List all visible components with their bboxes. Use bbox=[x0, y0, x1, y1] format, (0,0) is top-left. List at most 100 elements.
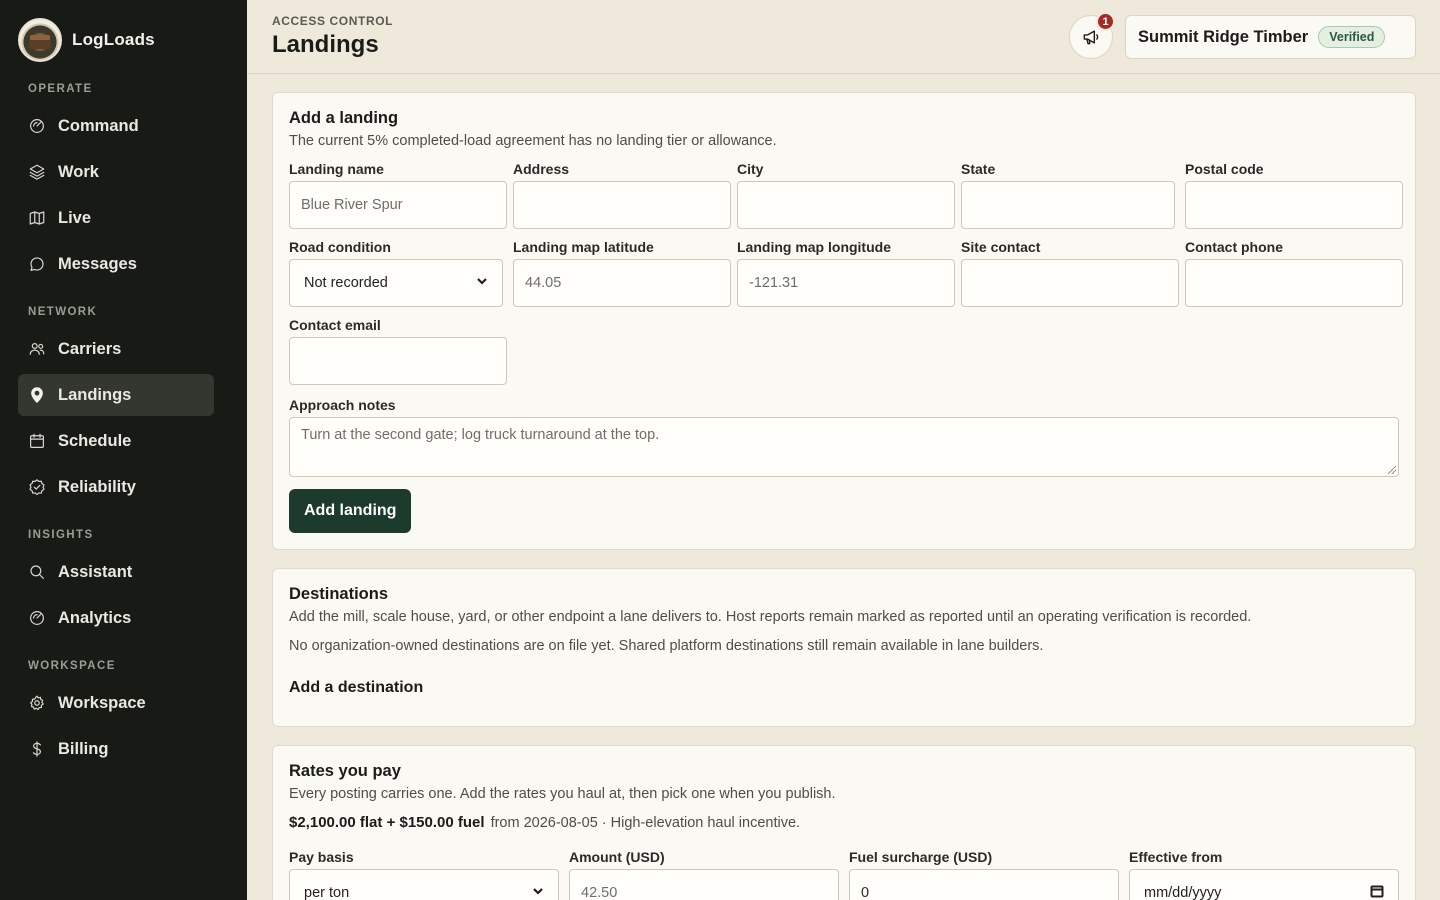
badge-check-icon bbox=[28, 478, 46, 496]
sidebar-item-workspace[interactable]: Workspace bbox=[18, 682, 214, 724]
sidebar-item-label: Billing bbox=[58, 739, 109, 758]
add-landing-button[interactable]: Add landing bbox=[289, 489, 412, 533]
top-header: ACCESS CONTROL Landings 1 Summit Ridge T… bbox=[247, 0, 1440, 74]
sidebar-item-label: Live bbox=[58, 208, 92, 227]
search-icon bbox=[28, 563, 46, 581]
sidebar-item-label: Carriers bbox=[58, 339, 122, 358]
card-description: The current 5% completed-load agreement … bbox=[289, 133, 777, 149]
breadcrumb: ACCESS CONTROL bbox=[272, 14, 394, 28]
sidebar-item-label: Workspace bbox=[58, 693, 146, 712]
current-rate: $2,100.00 flat + $150.00 fuel from 2026-0… bbox=[289, 814, 800, 831]
sidebar-item-command[interactable]: Command bbox=[18, 105, 214, 147]
chat-icon bbox=[28, 255, 46, 273]
sidebar-item-label: Reliability bbox=[58, 477, 136, 496]
site-contact-label: Site contact bbox=[961, 239, 1041, 255]
approach-notes-textarea[interactable]: Turn at the second gate; log truck turna… bbox=[289, 417, 1399, 477]
road-condition-value: Not recorded bbox=[304, 275, 388, 291]
org-name: Summit Ridge Timber bbox=[1138, 27, 1309, 46]
pin-icon bbox=[28, 386, 46, 404]
resize-handle-icon[interactable] bbox=[1388, 466, 1396, 474]
sidebar-item-label: Messages bbox=[58, 254, 137, 273]
sidebar-item-analytics[interactable]: Analytics bbox=[18, 597, 214, 639]
card-description: Add the mill, scale house, yard, or othe… bbox=[289, 609, 1252, 625]
sidebar-item-live[interactable]: Live bbox=[18, 197, 214, 239]
calendar-icon[interactable] bbox=[1370, 884, 1384, 900]
brand[interactable]: LogLoads bbox=[18, 18, 155, 62]
section-label-operate: OPERATE bbox=[28, 83, 93, 95]
pay-basis-label: Pay basis bbox=[289, 849, 354, 865]
site-contact-input[interactable] bbox=[961, 259, 1179, 307]
org-switcher[interactable]: Summit Ridge Timber Verified bbox=[1125, 15, 1416, 59]
effective-from-value: mm/dd/yyyy bbox=[1144, 885, 1222, 900]
card-title: Add a landing bbox=[289, 109, 399, 127]
radar-icon bbox=[28, 117, 46, 135]
approach-notes-label: Approach notes bbox=[289, 397, 396, 413]
notification-badge: 1 bbox=[1096, 12, 1115, 31]
sidebar-item-label: Analytics bbox=[58, 608, 132, 627]
sidebar-item-label: Schedule bbox=[58, 431, 132, 450]
address-label: Address bbox=[513, 161, 570, 177]
amount-input[interactable] bbox=[569, 869, 839, 900]
current-rate-amount: $2,100.00 flat + $150.00 fuel bbox=[289, 814, 485, 831]
sidebar-item-work[interactable]: Work bbox=[18, 151, 214, 193]
rates-card: Rates you pay Every posting carries one.… bbox=[272, 745, 1416, 900]
sidebar-item-label: Landings bbox=[58, 385, 132, 404]
city-label: City bbox=[737, 161, 764, 177]
contact-email-label: Contact email bbox=[289, 317, 381, 333]
map-icon bbox=[28, 209, 46, 227]
latitude-label: Landing map latitude bbox=[513, 239, 654, 255]
amount-label: Amount (USD) bbox=[569, 849, 665, 865]
sidebar-item-landings[interactable]: Landings bbox=[18, 374, 214, 416]
section-label-insights: INSIGHTS bbox=[28, 529, 94, 541]
sidebar: LogLoads OPERATE Command Work Live Messa… bbox=[0, 0, 247, 900]
truck-logo-icon bbox=[18, 18, 62, 62]
pay-basis-select[interactable]: per ton bbox=[289, 869, 559, 900]
approach-notes-placeholder: Turn at the second gate; log truck turna… bbox=[301, 427, 660, 443]
address-input[interactable] bbox=[513, 181, 731, 229]
sidebar-item-schedule[interactable]: Schedule bbox=[18, 420, 214, 462]
section-label-network: NETWORK bbox=[28, 306, 98, 318]
megaphone-icon bbox=[1083, 30, 1099, 45]
page-title: Landings bbox=[272, 31, 379, 58]
sidebar-item-label: Work bbox=[58, 162, 99, 181]
postal-code-input[interactable] bbox=[1185, 181, 1403, 229]
dollar-icon bbox=[28, 740, 46, 758]
contact-phone-input[interactable] bbox=[1185, 259, 1403, 307]
add-destination-toggle[interactable]: Add a destination bbox=[289, 679, 423, 697]
sidebar-item-label: Assistant bbox=[58, 562, 133, 581]
postal-code-label: Postal code bbox=[1185, 161, 1264, 177]
chevron-down-icon bbox=[476, 275, 488, 291]
card-title: Destinations bbox=[289, 585, 389, 603]
road-condition-select[interactable]: Not recorded bbox=[289, 259, 503, 307]
brand-name: LogLoads bbox=[72, 30, 155, 49]
card-title: Rates you pay bbox=[289, 762, 401, 780]
sidebar-item-carriers[interactable]: Carriers bbox=[18, 328, 214, 370]
sidebar-item-messages[interactable]: Messages bbox=[18, 243, 214, 285]
sidebar-item-reliability[interactable]: Reliability bbox=[18, 466, 214, 508]
chevron-down-icon bbox=[532, 885, 544, 900]
effective-from-label: Effective from bbox=[1129, 849, 1223, 865]
sidebar-item-label: Command bbox=[58, 116, 139, 135]
section-label-workspace: WORKSPACE bbox=[28, 660, 116, 672]
effective-from-date-input[interactable]: mm/dd/yyyy bbox=[1129, 869, 1399, 900]
card-description: Every posting carries one. Add the rates… bbox=[289, 786, 836, 802]
contact-email-input[interactable] bbox=[289, 337, 507, 385]
pay-basis-value: per ton bbox=[304, 885, 350, 900]
fuel-surcharge-input[interactable] bbox=[849, 869, 1119, 900]
longitude-input[interactable] bbox=[737, 259, 955, 307]
people-icon bbox=[28, 340, 46, 358]
sidebar-item-assistant[interactable]: Assistant bbox=[18, 551, 214, 593]
radar-icon bbox=[28, 609, 46, 627]
destinations-card: Destinations Add the mill, scale house, … bbox=[272, 568, 1416, 727]
latitude-input[interactable] bbox=[513, 259, 731, 307]
city-input[interactable] bbox=[737, 181, 955, 229]
fuel-surcharge-label: Fuel surcharge (USD) bbox=[849, 849, 993, 865]
gear-icon bbox=[28, 694, 46, 712]
landing-name-input[interactable] bbox=[289, 181, 507, 229]
layers-icon bbox=[28, 163, 46, 181]
sidebar-item-billing[interactable]: Billing bbox=[18, 728, 214, 770]
state-input[interactable] bbox=[961, 181, 1175, 229]
current-rate-meta: from 2026-08-05 · High-elevation haul in… bbox=[490, 815, 801, 831]
road-condition-label: Road condition bbox=[289, 239, 391, 255]
add-landing-card: Add a landing The current 5% completed-l… bbox=[272, 92, 1416, 550]
